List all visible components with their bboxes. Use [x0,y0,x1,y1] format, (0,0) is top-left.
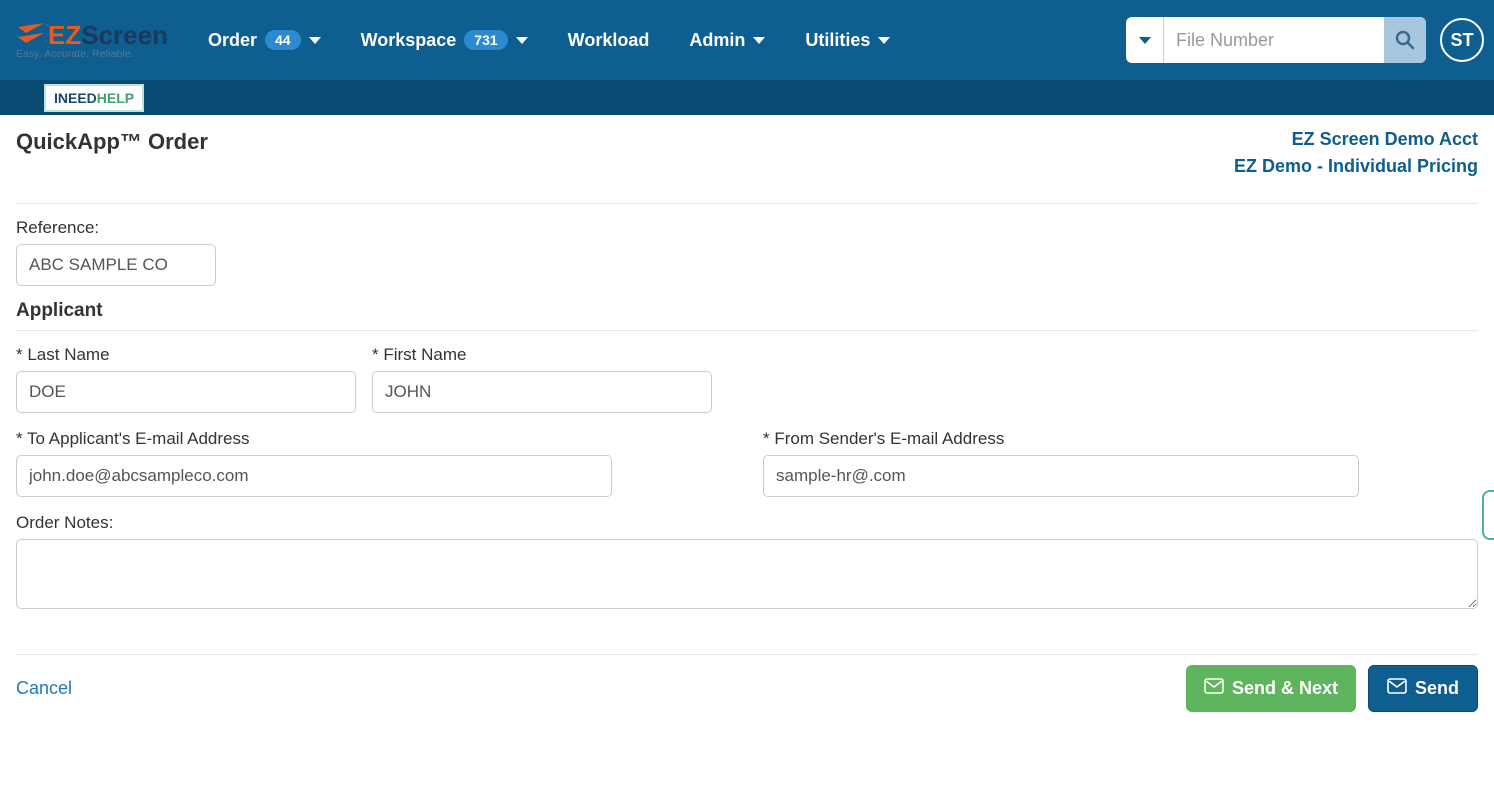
search-button[interactable] [1384,17,1426,63]
search-bar [1126,17,1426,63]
account-link-2[interactable]: EZ Demo - Individual Pricing [1234,156,1478,177]
nav-order[interactable]: Order 44 [208,30,321,51]
page-title: QuickApp™ Order [16,129,208,155]
side-feedback-tab[interactable] [1482,490,1494,540]
order-notes-label: Order Notes: [16,513,1478,533]
reference-label: Reference: [16,218,1478,238]
nav-order-badge: 44 [265,30,301,50]
user-avatar[interactable]: ST [1440,18,1484,62]
search-type-dropdown[interactable] [1126,17,1164,63]
lastname-input[interactable] [16,371,356,413]
account-links: EZ Screen Demo Acct EZ Demo - Individual… [1234,129,1478,183]
firstname-label: * First Name [372,345,712,365]
order-notes-textarea[interactable] [16,539,1478,609]
nav-workspace[interactable]: Workspace 731 [361,30,528,51]
nav-order-label: Order [208,30,257,51]
send-next-button[interactable]: Send & Next [1186,665,1356,712]
logo-text-screen: Screen [81,20,168,50]
envelope-icon [1387,678,1407,699]
chevron-down-icon [516,37,528,44]
divider [16,203,1478,204]
help-text-2: HELP [97,90,134,106]
account-link-1[interactable]: EZ Screen Demo Acct [1234,129,1478,150]
lastname-label: * Last Name [16,345,356,365]
search-input[interactable] [1164,30,1384,51]
brand-logo[interactable]: EZScreen Easy. Accurate. Reliable. [10,20,168,60]
main-nav: Order 44 Workspace 731 Workload Admin Ut… [208,30,1126,51]
to-email-label: * To Applicant's E-mail Address [16,429,612,449]
logo-tagline: Easy. Accurate. Reliable. [16,49,168,60]
chevron-down-icon [1139,37,1151,44]
help-button[interactable]: INEEDHELP [44,84,144,112]
to-email-input[interactable] [16,455,612,497]
cancel-link[interactable]: Cancel [16,678,72,699]
nav-workspace-badge: 731 [464,30,507,50]
firstname-input[interactable] [372,371,712,413]
applicant-section-title: Applicant [16,300,1478,322]
send-button[interactable]: Send [1368,665,1478,712]
nav-admin[interactable]: Admin [689,30,765,51]
page-content: QuickApp™ Order EZ Screen Demo Acct EZ D… [0,115,1494,752]
logo-text-ez: EZ [48,20,81,50]
nav-workspace-label: Workspace [361,30,457,51]
nav-utilities[interactable]: Utilities [805,30,890,51]
envelope-icon [1204,678,1224,699]
search-icon [1395,30,1415,50]
chevron-down-icon [309,37,321,44]
reference-input[interactable] [16,244,216,286]
send-next-label: Send & Next [1232,678,1338,699]
form-footer: Cancel Send & Next Send [16,654,1478,712]
send-label: Send [1415,678,1459,699]
chevron-down-icon [878,37,890,44]
nav-workload[interactable]: Workload [568,30,650,51]
nav-utilities-label: Utilities [805,30,870,51]
nav-admin-label: Admin [689,30,745,51]
from-email-input[interactable] [763,455,1359,497]
avatar-initials: ST [1450,30,1473,51]
help-text-1: INEED [54,90,97,106]
nav-workload-label: Workload [568,30,650,51]
from-email-label: * From Sender's E-mail Address [763,429,1359,449]
chevron-down-icon [753,37,765,44]
sub-navbar: INEEDHELP [0,80,1494,115]
divider [16,330,1478,331]
logo-swoosh-icon [16,23,46,49]
top-navbar: EZScreen Easy. Accurate. Reliable. Order… [0,0,1494,80]
